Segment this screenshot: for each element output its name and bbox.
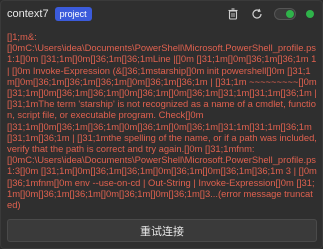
panel-header: context7 project: [1, 1, 322, 27]
server-title: context7: [7, 8, 49, 20]
error-output: []1;m&: []0mC:\Users\idea\Documents\Powe…: [7, 31, 317, 211]
mcp-server-panel: context7 project []1;m&: []0mC:\Users\id…: [0, 0, 323, 249]
header-actions: [226, 7, 314, 21]
trash-icon[interactable]: [226, 7, 240, 21]
scope-badge: project: [54, 7, 92, 21]
toggle-knob: [286, 10, 294, 18]
reconnect-button[interactable]: 重试连接: [7, 219, 317, 242]
status-indicator-icon: [306, 10, 314, 18]
refresh-icon[interactable]: [250, 7, 264, 21]
enable-toggle[interactable]: [274, 8, 296, 20]
